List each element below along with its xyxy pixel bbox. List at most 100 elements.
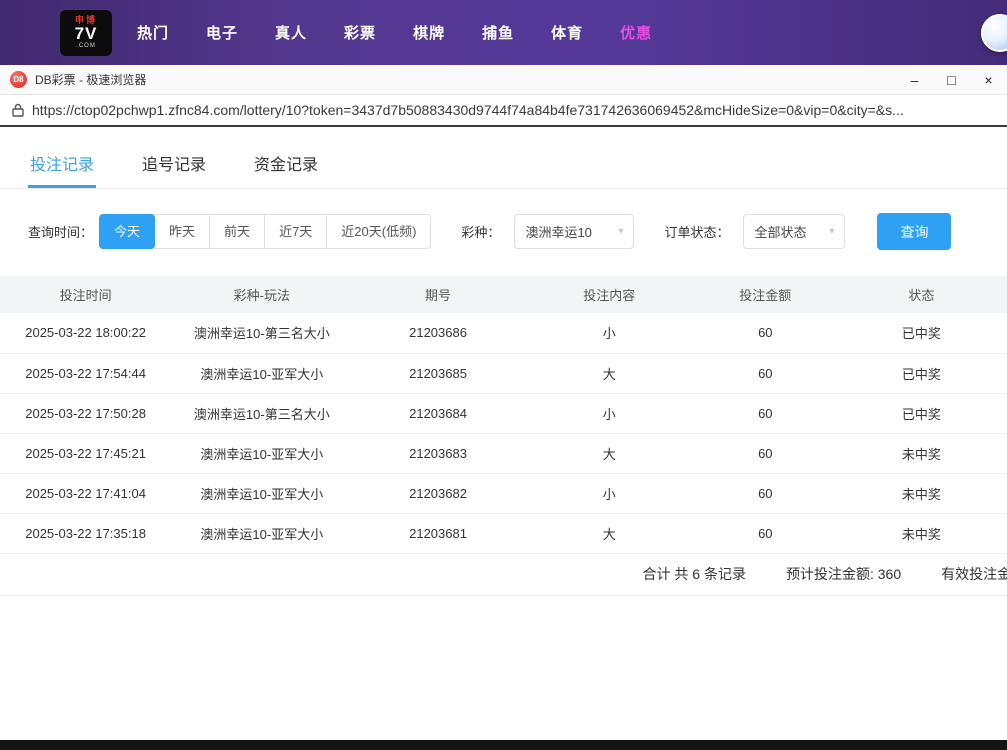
total-records-text: 合计 共 6 条记录 xyxy=(643,564,746,584)
time-option-today[interactable]: 今天 xyxy=(99,214,155,249)
table-row: 2025-03-22 18:00:22 澳洲幸运10-第三名大小 2120368… xyxy=(0,313,1007,353)
maximize-button[interactable]: □ xyxy=(933,65,970,94)
col-bet-time: 投注时间 xyxy=(0,276,171,313)
issue-number-cell: 21203681 xyxy=(352,513,523,553)
bet-content-cell: 小 xyxy=(524,393,695,433)
bet-content-cell: 大 xyxy=(524,513,695,553)
bet-amount-cell: 60 xyxy=(695,433,836,473)
nav-item-board[interactable]: 棋牌 xyxy=(413,12,445,53)
bet-time-cell: 2025-03-22 17:54:44 xyxy=(0,353,171,393)
time-filter-group: 今天 昨天 前天 近7天 近20天(低频) xyxy=(99,214,431,249)
bet-amount-cell: 60 xyxy=(695,473,836,513)
bet-time-cell: 2025-03-22 17:41:04 xyxy=(0,473,171,513)
issue-number-cell: 21203685 xyxy=(352,353,523,393)
chevron-down-icon: ▾ xyxy=(829,226,834,237)
url-input[interactable]: https://ctop02pchwp1.zfnc84.com/lottery/… xyxy=(32,102,995,118)
close-button[interactable]: × xyxy=(970,65,1007,94)
col-issue: 期号 xyxy=(352,276,523,313)
lock-icon xyxy=(12,103,24,117)
tab-fund-records[interactable]: 资金记录 xyxy=(252,135,320,188)
issue-number-cell: 21203684 xyxy=(352,393,523,433)
bet-time-cell: 2025-03-22 17:45:21 xyxy=(0,433,171,473)
status-filter-label: 订单状态： xyxy=(664,222,729,241)
browser-app-icon: D8 xyxy=(10,71,27,88)
bet-amount-cell: 60 xyxy=(695,313,836,353)
time-filter-label: 查询时间： xyxy=(28,222,93,241)
status-cell: 已中奖 xyxy=(836,313,1007,353)
lottery-play-cell: 澳洲幸运10-亚军大小 xyxy=(171,353,352,393)
record-tabs: 投注记录 追号记录 资金记录 xyxy=(0,135,1007,189)
address-bar: https://ctop02pchwp1.zfnc84.com/lottery/… xyxy=(0,95,1007,127)
nav-item-slots[interactable]: 电子 xyxy=(206,12,238,53)
bet-amount-cell: 60 xyxy=(695,353,836,393)
chevron-down-icon: ▾ xyxy=(618,226,623,237)
table-row: 2025-03-22 17:45:21 澳洲幸运10-亚军大小 21203683… xyxy=(0,433,1007,473)
issue-number-cell: 21203686 xyxy=(352,313,523,353)
status-cell: 未中奖 xyxy=(836,473,1007,513)
table-row: 2025-03-22 17:50:28 澳洲幸运10-第三名大小 2120368… xyxy=(0,393,1007,433)
main-nav: 热门 电子 真人 彩票 棋牌 捕鱼 体育 优惠 xyxy=(137,12,689,53)
nav-item-fishing[interactable]: 捕鱼 xyxy=(482,12,514,53)
nav-item-hot[interactable]: 热门 xyxy=(137,12,169,53)
col-status: 状态 xyxy=(836,276,1007,313)
table-row: 2025-03-22 17:41:04 澳洲幸运10-亚军大小 21203682… xyxy=(0,473,1007,513)
nav-item-lottery[interactable]: 彩票 xyxy=(344,12,376,53)
tab-bet-records[interactable]: 投注记录 xyxy=(28,135,96,188)
bet-amount-cell: 60 xyxy=(695,513,836,553)
logo-text-main: 7V xyxy=(75,25,98,43)
order-status-select[interactable]: 全部状态 ▾ xyxy=(743,214,845,249)
col-bet-content: 投注内容 xyxy=(524,276,695,313)
time-option-20days[interactable]: 近20天(低频) xyxy=(326,214,431,249)
status-cell: 未中奖 xyxy=(836,433,1007,473)
lottery-play-cell: 澳洲幸运10-第三名大小 xyxy=(171,313,352,353)
bet-time-cell: 2025-03-22 17:50:28 xyxy=(0,393,171,433)
bottom-edge-strip xyxy=(0,740,1007,750)
time-option-7days[interactable]: 近7天 xyxy=(264,214,327,249)
bet-table-body: 2025-03-22 18:00:22 澳洲幸运10-第三名大小 2120368… xyxy=(0,313,1007,553)
lottery-play-cell: 澳洲幸运10-亚军大小 xyxy=(171,433,352,473)
table-header: 投注时间 彩种-玩法 期号 投注内容 投注金额 状态 xyxy=(0,276,1007,313)
issue-number-cell: 21203682 xyxy=(352,473,523,513)
nav-item-sports[interactable]: 体育 xyxy=(551,12,583,53)
tab-chase-records[interactable]: 追号记录 xyxy=(140,135,208,188)
valid-amount-text: 有效投注金额: xyxy=(941,564,1007,584)
bet-amount-cell: 60 xyxy=(695,393,836,433)
status-cell: 未中奖 xyxy=(836,513,1007,553)
summary-bar: 合计 共 6 条记录 预计投注金额: 360 有效投注金额: xyxy=(0,554,1007,596)
window-title: DB彩票 - 极速浏览器 xyxy=(35,71,146,88)
col-bet-amount: 投注金额 xyxy=(695,276,836,313)
issue-number-cell: 21203683 xyxy=(352,433,523,473)
bet-content-cell: 小 xyxy=(524,473,695,513)
bet-content-cell: 大 xyxy=(524,433,695,473)
logo-text-bottom: .COM xyxy=(76,43,96,49)
lottery-select[interactable]: 澳洲幸运10 ▾ xyxy=(514,214,634,249)
bet-records-table: 投注时间 彩种-玩法 期号 投注内容 投注金额 状态 2025-03-22 18… xyxy=(0,276,1007,554)
table-row: 2025-03-22 17:35:18 澳洲幸运10-亚军大小 21203681… xyxy=(0,513,1007,553)
minimize-button[interactable]: – xyxy=(896,65,933,94)
bet-time-cell: 2025-03-22 18:00:22 xyxy=(0,313,171,353)
site-logo[interactable]: 申博 7V .COM xyxy=(60,10,112,56)
lottery-play-cell: 澳洲幸运10-亚军大小 xyxy=(171,513,352,553)
nav-item-live[interactable]: 真人 xyxy=(275,12,307,53)
bet-content-cell: 大 xyxy=(524,353,695,393)
status-select-value: 全部状态 xyxy=(754,222,806,241)
window-controls: – □ × xyxy=(896,65,1007,94)
lottery-select-value: 澳洲幸运10 xyxy=(525,222,591,241)
table-row: 2025-03-22 17:54:44 澳洲幸运10-亚军大小 21203685… xyxy=(0,353,1007,393)
lottery-filter-label: 彩种： xyxy=(461,222,500,241)
search-button[interactable]: 查询 xyxy=(877,213,951,250)
lottery-play-cell: 澳洲幸运10-第三名大小 xyxy=(171,393,352,433)
site-topbar: 申博 7V .COM 热门 电子 真人 彩票 棋牌 捕鱼 体育 优惠 xyxy=(0,0,1007,65)
filter-bar: 查询时间： 今天 昨天 前天 近7天 近20天(低频) 彩种： 澳洲幸运10 ▾… xyxy=(0,213,1007,250)
lottery-play-cell: 澳洲幸运10-亚军大小 xyxy=(171,473,352,513)
bet-content-cell: 小 xyxy=(524,313,695,353)
bet-time-cell: 2025-03-22 17:35:18 xyxy=(0,513,171,553)
status-cell: 已中奖 xyxy=(836,353,1007,393)
status-cell: 已中奖 xyxy=(836,393,1007,433)
time-option-yesterday[interactable]: 昨天 xyxy=(154,214,210,249)
nav-item-promo[interactable]: 优惠 xyxy=(620,12,652,53)
time-option-daybefore[interactable]: 前天 xyxy=(209,214,265,249)
browser-titlebar: D8 DB彩票 - 极速浏览器 – □ × xyxy=(0,65,1007,95)
floating-widget-icon[interactable] xyxy=(981,14,1007,52)
expected-amount-text: 预计投注金额: 360 xyxy=(786,564,901,584)
